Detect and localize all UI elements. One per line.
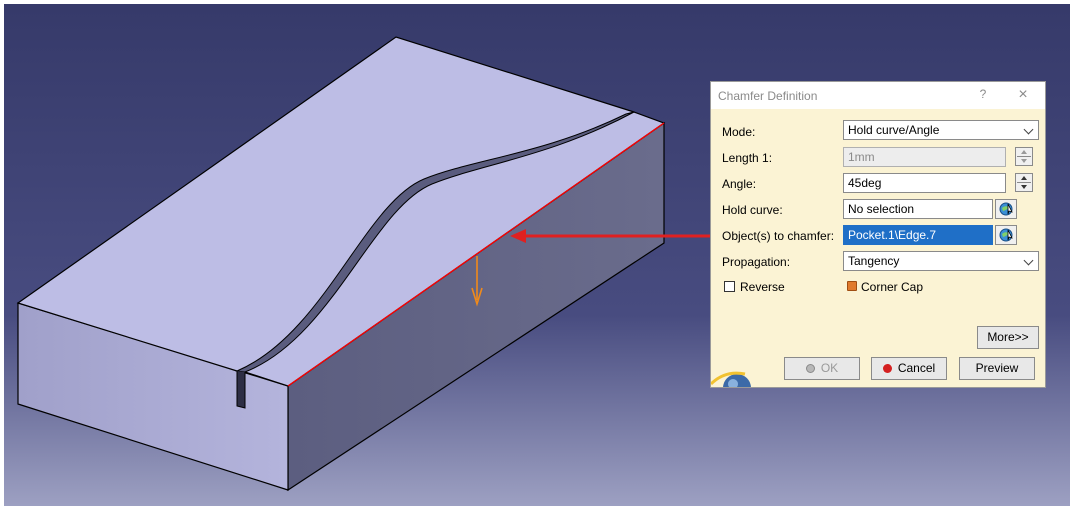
select-element-icon [999,202,1013,216]
reverse-label[interactable]: Reverse [740,280,785,294]
chevron-down-icon [1023,255,1034,266]
objects-label: Object(s) to chamfer: [722,229,835,243]
select-element-icon [999,228,1013,242]
cancel-button[interactable]: Cancel [871,357,947,380]
length1-field: 1mm [843,147,1006,167]
objects-select-button[interactable] [995,225,1017,245]
angle-label: Angle: [722,177,757,191]
length1-label: Length 1: [722,151,773,165]
angle-spinner[interactable] [1015,173,1033,192]
pocket-notch [236,371,246,409]
red-dot-icon [882,364,892,373]
chamfer-definition-dialog: Chamfer Definition ? × Mode: Hold curve/… [710,81,1046,388]
hold-curve-select-button[interactable] [995,199,1017,219]
angle-field[interactable]: 45deg [843,173,1006,193]
cancel-label: Cancel [897,361,936,375]
more-button[interactable]: More>> [977,326,1039,349]
spin-up-icon[interactable] [1021,176,1027,180]
catia-globe-icon [711,371,751,387]
close-button[interactable]: × [1013,85,1033,105]
corner-cap-label[interactable]: Corner Cap [861,280,923,294]
spin-down-icon[interactable] [1021,185,1027,189]
spin-up-icon [1021,150,1027,154]
mode-value: Hold curve/Angle [848,123,940,137]
mode-select[interactable]: Hold curve/Angle [843,120,1039,140]
objects-value: Pocket.1\Edge.7 [848,228,937,242]
angle-value: 45deg [848,176,882,190]
green-dot-icon [805,364,815,373]
length1-value: 1mm [848,150,875,164]
propagation-select[interactable]: Tangency [843,251,1039,271]
propagation-value: Tangency [848,254,900,268]
hold-curve-label: Hold curve: [722,203,783,217]
ok-button: OK [784,357,860,380]
preview-button[interactable]: Preview [959,357,1035,380]
objects-field[interactable]: Pocket.1\Edge.7 [843,225,993,245]
ok-label: OK [820,361,839,375]
mode-label: Mode: [722,125,756,139]
propagation-label: Propagation: [722,255,791,269]
dialog-title: Chamfer Definition [718,89,818,103]
chevron-down-icon [1023,124,1034,135]
help-button[interactable]: ? [973,87,993,103]
screenshot-frame: Chamfer Definition ? × Mode: Hold curve/… [0,0,1076,510]
spin-down-icon [1021,159,1027,163]
reverse-checkbox[interactable] [724,281,735,292]
length1-spinner [1015,147,1033,166]
hold-curve-value: No selection [848,202,915,216]
corner-cap-icon[interactable] [847,281,857,291]
hold-curve-field[interactable]: No selection [843,199,993,219]
dialog-titlebar[interactable]: Chamfer Definition ? × [711,82,1045,109]
